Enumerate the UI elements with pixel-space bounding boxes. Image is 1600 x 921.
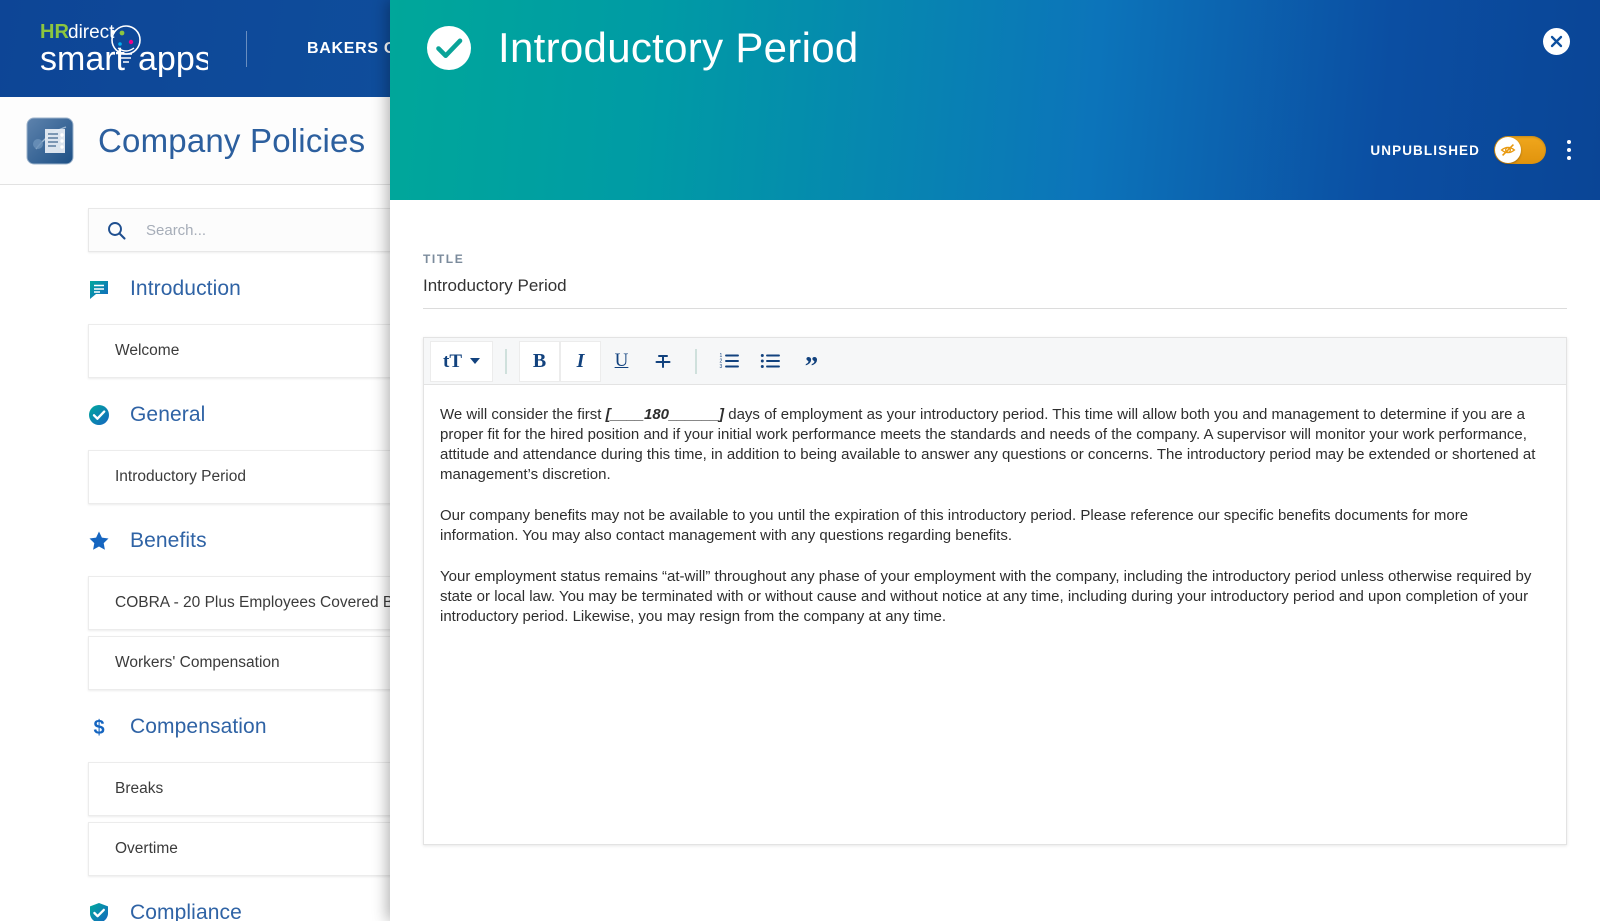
- publish-toggle[interactable]: [1494, 136, 1546, 164]
- unordered-list-button[interactable]: [751, 342, 790, 381]
- editor-content-area[interactable]: We will consider the first [____180_____…: [424, 385, 1566, 844]
- title-input[interactable]: [423, 266, 1567, 309]
- sidebar-item-label: Welcome: [115, 342, 180, 359]
- strikethrough-icon: [655, 355, 670, 368]
- blockquote-button[interactable]: ”: [792, 342, 831, 381]
- svg-text:3: 3: [720, 364, 723, 370]
- policies-book-icon: [26, 117, 74, 164]
- search-placeholder: Search...: [146, 221, 207, 239]
- sidebar-group-label: Introduction: [130, 277, 241, 300]
- svg-text:$: $: [93, 717, 104, 738]
- sidebar-group-label: Compliance: [130, 901, 242, 921]
- modal-header: Introductory Period UNPUBLISHED: [390, 0, 1600, 200]
- sidebar-item-label: COBRA - 20 Plus Employees Covered B: [115, 594, 394, 611]
- check-circle-icon: [88, 404, 110, 426]
- ordered-list-icon: 123: [720, 353, 739, 370]
- svg-text:apps: apps: [138, 40, 208, 78]
- eye-off-icon: [1500, 143, 1516, 157]
- ordered-list-button[interactable]: 123: [710, 342, 749, 381]
- status-badge: UNPUBLISHED: [1370, 142, 1480, 158]
- page-title: Company Policies: [98, 121, 366, 159]
- kebab-menu-icon: [1567, 140, 1571, 144]
- toolbar-divider: [505, 348, 507, 374]
- close-button[interactable]: [1543, 28, 1570, 55]
- chat-bubble-icon: [88, 278, 110, 300]
- sidebar-group-label: Compensation: [130, 715, 267, 738]
- bold-button[interactable]: B: [520, 341, 559, 381]
- p1-blank-field: [____180______]: [605, 406, 725, 423]
- underline-button[interactable]: U: [602, 342, 641, 381]
- smartapps-logo-icon: HR direct smart apps: [40, 21, 208, 78]
- sidebar-group-label: General: [130, 403, 206, 426]
- sidebar-group-label: Benefits: [130, 529, 207, 552]
- brand-logo[interactable]: HR direct smart apps: [0, 18, 208, 80]
- modal-title: Introductory Period: [498, 24, 859, 71]
- sidebar-item-label: Breaks: [115, 780, 164, 797]
- toggle-knob: [1495, 137, 1521, 163]
- sidebar-item-label: Workers' Compensation: [115, 654, 280, 671]
- dollar-sign-icon: $: [88, 716, 110, 738]
- title-field-label: TITLE: [423, 252, 465, 266]
- modal-body: TITLE tT B I U: [390, 200, 1600, 845]
- policy-paragraph-3: Your employment status remains “at-will”…: [440, 568, 1532, 625]
- check-circle-icon: [427, 26, 471, 70]
- shield-check-icon: [88, 902, 110, 921]
- font-size-label: tT: [443, 350, 462, 372]
- editor-toolbar: tT B I U 1 2 3 ”: [424, 338, 1566, 385]
- unordered-list-icon: [760, 354, 780, 368]
- policy-paragraph-1: We will consider the first [____180_____…: [440, 405, 1550, 485]
- app-root: HR direct smart apps BAKERS CO: [0, 0, 1600, 921]
- policy-editor-modal: Introductory Period UNPUBLISHED TITLE In…: [390, 0, 1600, 921]
- more-options-button[interactable]: [1566, 140, 1572, 160]
- header-divider: [246, 30, 247, 67]
- modal-title-row: Introductory Period: [390, 0, 1600, 72]
- rich-text-editor: tT B I U 1 2 3 ” We will consider the fi…: [423, 337, 1567, 845]
- p1-text-before: We will consider the first: [440, 406, 606, 423]
- star-icon: [88, 530, 110, 552]
- sidebar-item-label: Overtime: [115, 840, 178, 857]
- search-icon: [108, 221, 126, 240]
- font-size-button[interactable]: tT: [431, 341, 492, 381]
- toolbar-divider-2: [695, 348, 697, 374]
- strikethrough-button[interactable]: [643, 342, 682, 381]
- policy-paragraph-2: Our company benefits may not be availabl…: [440, 507, 1469, 544]
- close-icon: [1550, 35, 1563, 48]
- sidebar-item-label: Introductory Period: [115, 468, 246, 485]
- publish-controls: UNPUBLISHED: [1370, 136, 1572, 164]
- italic-button[interactable]: I: [561, 341, 600, 381]
- chevron-down-icon: [470, 358, 480, 364]
